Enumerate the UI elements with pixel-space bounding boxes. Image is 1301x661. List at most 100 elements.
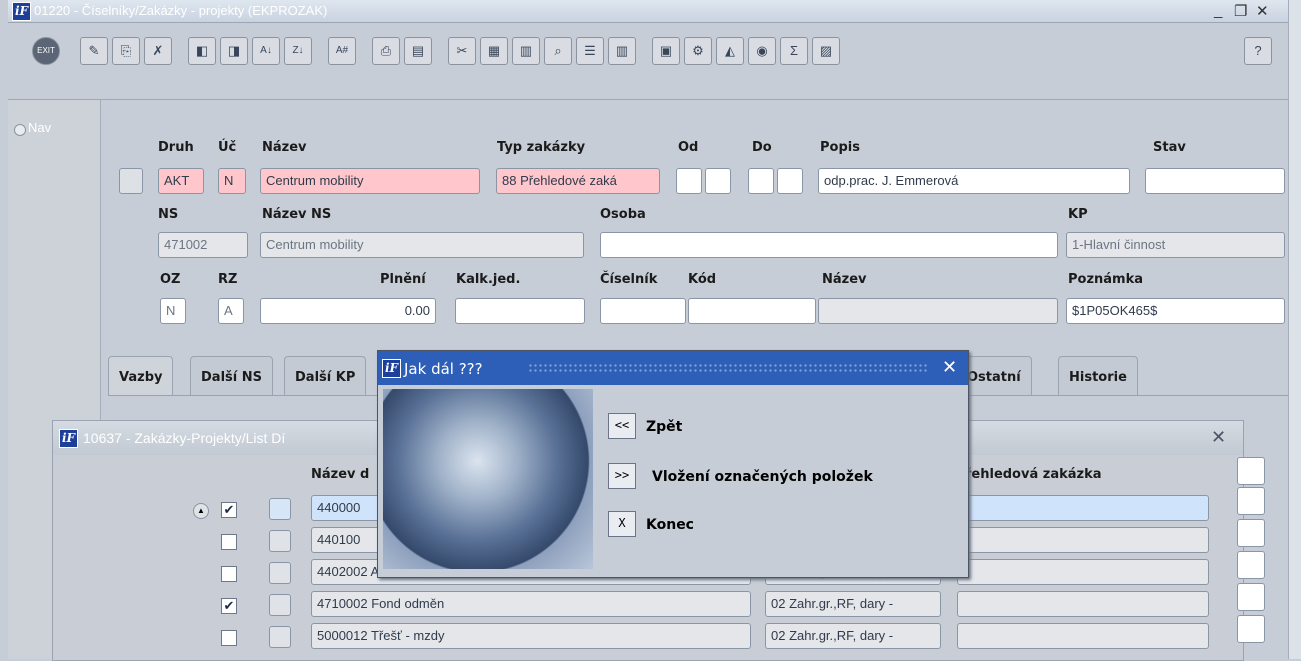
export-icon[interactable]: ▣ [652, 37, 680, 65]
minimize-icon[interactable]: _ [1214, 2, 1222, 19]
tab-dalsi-ns[interactable]: Další NS [190, 356, 273, 396]
kod-field[interactable] [688, 298, 816, 324]
do-field-2[interactable] [777, 168, 803, 194]
columns-icon[interactable]: ▥ [608, 37, 636, 65]
ns-field[interactable]: 471002 [158, 232, 248, 258]
exit-button[interactable]: EXIT [32, 37, 60, 65]
popis-field[interactable]: odp.prac. J. Emmerová [818, 168, 1130, 194]
nazev-field[interactable]: Centrum mobility [260, 168, 480, 194]
close-icon[interactable]: ✕ [1256, 2, 1269, 20]
dialog-logo-icon: iF [382, 359, 401, 378]
tab-historie[interactable]: Historie [1058, 356, 1138, 396]
row-2-marker[interactable] [269, 530, 291, 552]
tab-dalsi-kp[interactable]: Další KP [284, 356, 367, 396]
row-1-checkbox[interactable]: ✔ [221, 502, 237, 518]
row-5-marker[interactable] [269, 626, 291, 648]
sum-icon[interactable]: Σ [780, 37, 808, 65]
typ-zakazky-field[interactable]: 88 Přehledové zaká [496, 168, 660, 194]
do-field-1[interactable] [748, 168, 774, 194]
record-selector[interactable] [119, 168, 143, 194]
vlozeni-label: Vložení označených položek [652, 469, 873, 485]
dialog-close-icon[interactable]: ✕ [942, 357, 957, 378]
stav-field[interactable] [1145, 168, 1285, 194]
row-5-checkbox[interactable] [221, 630, 237, 646]
image-icon[interactable]: ▨ [812, 37, 840, 65]
kp-field[interactable]: 1-Hlavní činnost [1066, 232, 1285, 258]
scroll-up-icon[interactable]: ▲ [193, 503, 209, 519]
tab-vazby[interactable]: Vazby [108, 356, 174, 396]
header-oz: OZ [160, 272, 181, 287]
side-field-6[interactable] [1237, 615, 1265, 643]
row-3-marker[interactable] [269, 562, 291, 584]
main-title-bar: iF 01220 - Číselníky/Zakázky - projekty … [8, 0, 1288, 23]
restore-icon[interactable]: ❐ [1234, 2, 1247, 20]
list-icon[interactable]: ☰ [576, 37, 604, 65]
header-plneni: Plnění [380, 272, 426, 287]
header-popis: Popis [820, 140, 860, 155]
header-do: Do [752, 140, 772, 155]
row-1-marker[interactable] [269, 498, 291, 520]
oz-field[interactable]: N [160, 298, 186, 324]
calc-icon[interactable]: ◉ [748, 37, 776, 65]
row-3-prehledova[interactable] [957, 559, 1209, 585]
sort-desc-icon[interactable]: Z↓ [284, 37, 312, 65]
side-field-1[interactable] [1237, 457, 1265, 485]
row-5-name[interactable]: 5000012 Třešť - mzdy [311, 623, 751, 649]
od-field-1[interactable] [676, 168, 702, 194]
app-logo-icon: iF [12, 2, 31, 21]
delete-record-icon[interactable]: ✗ [144, 37, 172, 65]
nav-radio[interactable] [14, 124, 26, 136]
vlozeni-button[interactable]: >> [608, 463, 636, 489]
nazev-2-field [818, 298, 1058, 324]
record-icon[interactable]: ✎ [80, 37, 108, 65]
row-2-prehledova[interactable] [957, 527, 1209, 553]
row-5-prehledova[interactable] [957, 623, 1209, 649]
right-scrollbar[interactable] [1288, 0, 1301, 659]
header-typ: Typ zakázky [497, 140, 586, 155]
zpet-button[interactable]: << [608, 413, 636, 439]
chart-icon[interactable]: ◭ [716, 37, 744, 65]
ciselnik-field[interactable] [600, 298, 686, 324]
row-4-name[interactable]: 4710002 Fond odměn [311, 591, 751, 617]
paste-icon[interactable]: ▦ [480, 37, 508, 65]
filter-icon[interactable]: ⌕ [544, 37, 572, 65]
sort-multi-icon[interactable]: A# [328, 37, 356, 65]
konec-button[interactable]: X [608, 511, 636, 537]
row-4-prehledova[interactable] [957, 591, 1209, 617]
druh-field[interactable]: AKT [158, 168, 204, 194]
row-3-checkbox[interactable] [221, 566, 237, 582]
row-4-group[interactable]: 02 Zahr.gr.,RF, dary - [765, 591, 941, 617]
copy-record-icon[interactable]: ⎘ [112, 37, 140, 65]
print-preview-icon[interactable]: ▤ [404, 37, 432, 65]
side-field-4[interactable] [1237, 551, 1265, 579]
help-icon[interactable]: ? [1244, 37, 1272, 65]
od-field-2[interactable] [705, 168, 731, 194]
settings-icon[interactable]: ⚙ [684, 37, 712, 65]
row-4-checkbox[interactable]: ✔ [221, 598, 237, 614]
side-field-2[interactable] [1237, 487, 1265, 515]
kalk-jed-field[interactable] [455, 298, 585, 324]
plneni-field[interactable]: 0.00 [260, 298, 436, 324]
poznamka-field[interactable]: $1P05OK465$ [1066, 298, 1285, 324]
paste-special-icon[interactable]: ▥ [512, 37, 540, 65]
row-1-prehledova[interactable] [957, 495, 1209, 521]
osoba-field[interactable] [600, 232, 1058, 258]
rz-field[interactable]: A [218, 298, 244, 324]
header-rz: RZ [218, 272, 238, 287]
uc-field[interactable]: N [218, 168, 246, 194]
side-field-5[interactable] [1237, 583, 1265, 611]
sort-asc-icon[interactable]: A↓ [252, 37, 280, 65]
header-druh: Druh [158, 140, 194, 155]
previous-icon[interactable]: ◧ [188, 37, 216, 65]
cut-icon[interactable]: ✂ [448, 37, 476, 65]
row-2-checkbox[interactable] [221, 534, 237, 550]
print-icon[interactable]: ⎙ [372, 37, 400, 65]
row-5-group[interactable]: 02 Zahr.gr.,RF, dary - [765, 623, 941, 649]
nazev-ns-field[interactable]: Centrum mobility [260, 232, 584, 258]
header-nazev: Název [262, 140, 307, 155]
next-icon[interactable]: ◨ [220, 37, 248, 65]
row-4-marker[interactable] [269, 594, 291, 616]
sub-window-close-icon[interactable]: ✕ [1211, 427, 1226, 448]
side-field-3[interactable] [1237, 519, 1265, 547]
dialog-title: Jak dál ??? [404, 360, 483, 378]
